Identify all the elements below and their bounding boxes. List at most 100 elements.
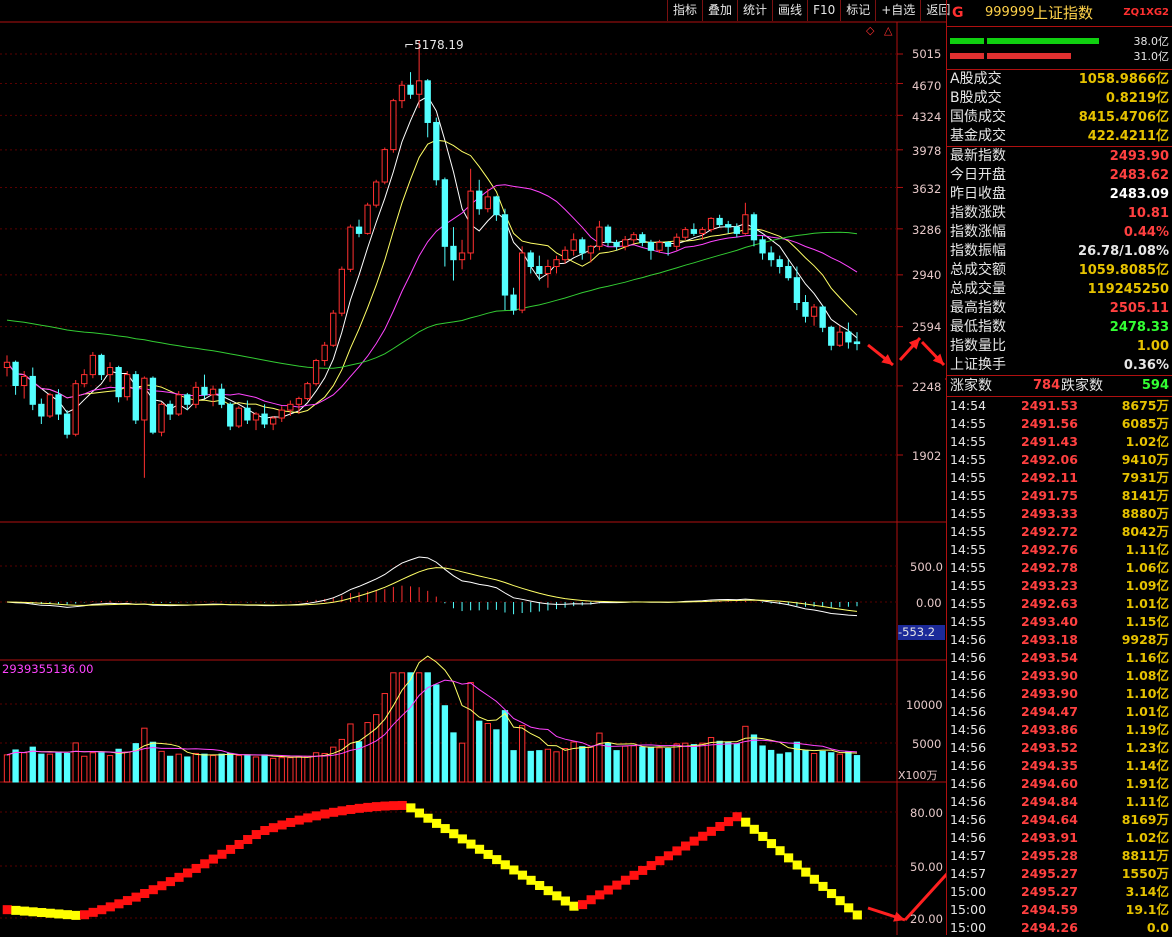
tick-row[interactable]: 14:55 2492.63 1.01亿 xyxy=(947,595,1172,613)
tick-price: 2494.60 xyxy=(1021,776,1078,791)
candle-body xyxy=(759,239,766,254)
tick-row[interactable]: 14:55 2492.78 1.06亿 xyxy=(947,559,1172,577)
osc-step xyxy=(680,841,691,851)
tick-row[interactable]: 14:56 2494.84 1.11亿 xyxy=(947,793,1172,811)
volume-bar xyxy=(175,753,182,783)
osc-step xyxy=(809,874,819,884)
tick-row[interactable]: 14:55 2491.56 6085万 xyxy=(947,415,1172,433)
tick-row[interactable]: 14:57 2495.28 8811万 xyxy=(947,847,1172,865)
statistics-button[interactable]: 统计 xyxy=(737,0,772,21)
osc-step xyxy=(346,804,356,814)
volume-bar xyxy=(690,744,698,783)
osc-step xyxy=(414,808,425,818)
tick-row[interactable]: 14:55 2492.06 9410万 xyxy=(947,451,1172,469)
tick-time: 14:57 xyxy=(950,866,987,881)
tick-time: 14:55 xyxy=(950,452,987,467)
candle-body xyxy=(252,413,260,421)
tick-row[interactable]: 14:56 2493.52 1.23亿 xyxy=(947,739,1172,757)
volume-bar xyxy=(209,755,217,783)
tick-row[interactable]: 14:56 2494.64 8169万 xyxy=(947,811,1172,829)
tick-row[interactable]: 14:57 2495.27 1550万 xyxy=(947,865,1172,883)
tick-row[interactable]: 14:55 2491.43 1.02亿 xyxy=(947,433,1172,451)
tick-row[interactable]: 14:56 2493.86 1.19亿 xyxy=(947,721,1172,739)
volume-bar xyxy=(89,752,97,783)
osc-step xyxy=(732,812,742,822)
tick-row[interactable]: 14:54 2491.53 8675万 xyxy=(947,397,1172,415)
volume-bar xyxy=(115,748,122,783)
volume-bar xyxy=(742,725,749,783)
osc-step xyxy=(457,834,467,844)
osc-step xyxy=(380,801,390,811)
osc-step xyxy=(303,813,313,823)
stat-value: 119245250 xyxy=(1087,282,1169,297)
tick-list[interactable]: 14:54 2491.53 8675万 14:55 2491.56 6085万 14:55 2… xyxy=(947,397,1172,937)
f10-button[interactable]: F10 xyxy=(807,0,840,21)
tick-row[interactable]: 14:55 2493.23 1.09亿 xyxy=(947,577,1172,595)
tick-time: 14:55 xyxy=(950,434,987,449)
tick-row[interactable]: 15:00 2495.27 3.14亿 xyxy=(947,883,1172,901)
tick-row[interactable]: 14:56 2493.90 1.10亿 xyxy=(947,685,1172,703)
tick-row[interactable]: 14:55 2493.40 1.15亿 xyxy=(947,613,1172,631)
tick-row[interactable]: 14:55 2491.75 8141万 xyxy=(947,487,1172,505)
tick-row[interactable]: 15:00 2494.59 19.1亿 xyxy=(947,901,1172,919)
candle-body xyxy=(106,367,114,376)
tick-row[interactable]: 14:56 2494.35 1.14亿 xyxy=(947,757,1172,775)
tick-row[interactable]: 14:55 2492.11 7931万 xyxy=(947,469,1172,487)
tick-row[interactable]: 14:56 2493.18 9928万 xyxy=(947,631,1172,649)
candle-body xyxy=(458,252,466,261)
candle-body xyxy=(381,149,388,183)
tick-row[interactable]: 14:55 2492.72 8042万 xyxy=(947,523,1172,541)
osc-step xyxy=(371,802,382,812)
red-bar-segment xyxy=(950,53,984,59)
chart-area[interactable] xyxy=(0,0,946,935)
candle-body xyxy=(604,226,612,243)
osc-step xyxy=(663,851,674,861)
volume-bar xyxy=(407,672,414,783)
volume-bar xyxy=(656,747,663,783)
tick-row[interactable]: 14:56 2494.60 1.91亿 xyxy=(947,775,1172,793)
diamond-icon[interactable]: ◇ xyxy=(866,24,874,37)
tick-row[interactable]: 15:00 2494.26 0.0 xyxy=(947,919,1172,937)
volume-bar xyxy=(587,746,594,783)
osc-step xyxy=(157,881,167,891)
osc-step xyxy=(183,868,193,878)
candle-body xyxy=(278,409,285,419)
tick-volume: 3.14亿 xyxy=(1125,884,1169,899)
tick-row[interactable]: 14:56 2493.54 1.16亿 xyxy=(947,649,1172,667)
indicator-button[interactable]: 指标 xyxy=(667,0,702,21)
up-triangle-icon[interactable]: △ xyxy=(884,24,892,37)
volume-bar xyxy=(63,752,71,783)
overlay-button[interactable]: 叠加 xyxy=(702,0,737,21)
stat-label: 今日开盘 xyxy=(950,167,1006,183)
add-watchlist-button[interactable]: +自选 xyxy=(875,0,920,21)
volume-bar xyxy=(270,757,277,783)
tick-row[interactable]: 14:56 2493.91 1.02亿 xyxy=(947,829,1172,847)
candle-body xyxy=(664,241,672,247)
macd-tick: 500.0 xyxy=(910,560,943,574)
osc-step xyxy=(552,891,562,901)
candle-body xyxy=(527,252,534,268)
stat-label: 昨日收盘 xyxy=(950,186,1006,202)
osc-step xyxy=(612,880,622,890)
tick-row[interactable]: 14:56 2493.90 1.08亿 xyxy=(947,667,1172,685)
tick-price: 2491.56 xyxy=(1021,416,1078,431)
volume-bar xyxy=(244,754,251,783)
osc-step xyxy=(114,899,124,909)
tick-price: 2492.78 xyxy=(1021,560,1078,575)
candle-body xyxy=(149,377,157,433)
tick-row[interactable]: 14:55 2492.76 1.11亿 xyxy=(947,541,1172,559)
price-tick: 4670 xyxy=(912,79,942,93)
volume-bar xyxy=(501,710,509,783)
tick-volume: 1.91亿 xyxy=(1125,776,1169,791)
stat-row: 最高指数 2505.11 xyxy=(947,299,1172,318)
stat-row: 今日开盘 2483.62 xyxy=(947,166,1172,185)
mark-button[interactable]: 标记 xyxy=(840,0,875,21)
candle-body xyxy=(373,181,380,206)
draw-line-button[interactable]: 画线 xyxy=(772,0,807,21)
stats-section: 最新指数 2493.90 今日开盘 2483.62 昨日收盘 2483.09 指数涨跌 10.… xyxy=(947,147,1172,376)
osc-step xyxy=(526,875,536,885)
peak-label: ⌐5178.19 xyxy=(404,38,464,52)
tick-row[interactable]: 14:55 2493.33 8880万 xyxy=(947,505,1172,523)
tick-row[interactable]: 14:56 2494.47 1.01亿 xyxy=(947,703,1172,721)
tick-volume: 7931万 xyxy=(1121,470,1169,485)
